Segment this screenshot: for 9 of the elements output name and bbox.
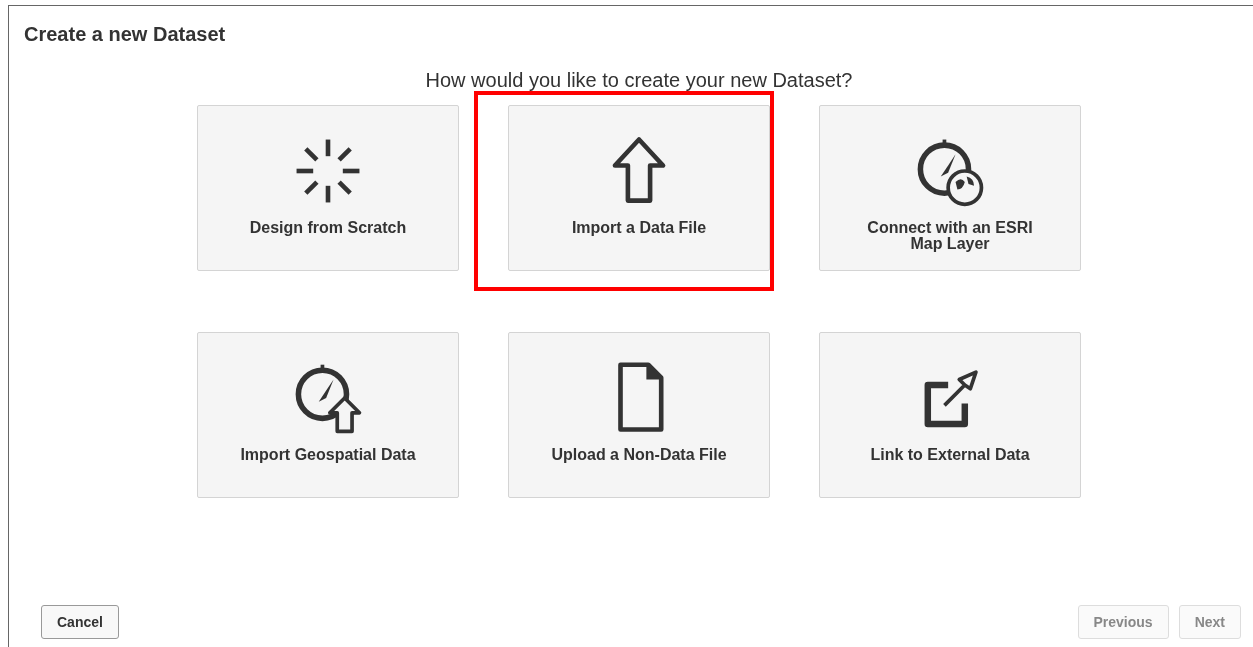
- option-card[interactable]: Import a Data File: [508, 105, 770, 271]
- option-card[interactable]: Upload a Non-Data File: [508, 332, 770, 498]
- question-text: How would you like to create your new Dataset?: [425, 69, 853, 92]
- option-card[interactable]: Link to External Data: [819, 332, 1081, 498]
- dialog-title: Create a new Dataset: [24, 23, 226, 46]
- option-card[interactable]: Design from Scratch: [197, 105, 459, 271]
- option-card[interactable]: Import Geospatial Data: [197, 332, 459, 498]
- option-card[interactable]: Connect with an ESRI Map Layer: [819, 105, 1081, 271]
- footer-button[interactable]: Cancel: [41, 605, 119, 639]
